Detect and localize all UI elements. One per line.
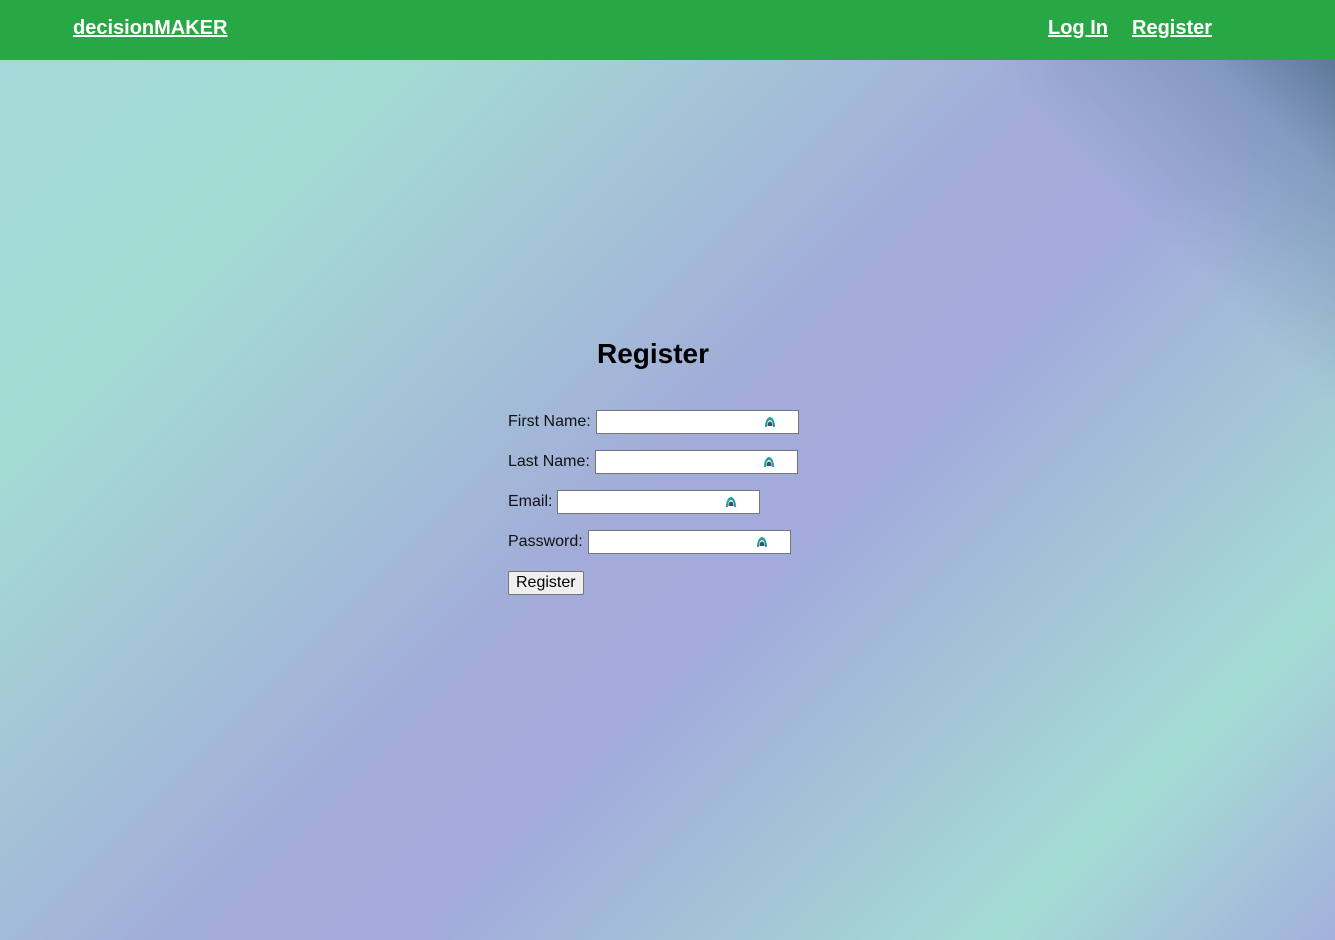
password-field-box (587, 530, 791, 554)
email-label: Email: (508, 493, 553, 510)
email-field-box (557, 490, 761, 514)
page-title: Register (596, 338, 710, 369)
brand-link[interactable]: decisionMAKER (73, 17, 227, 40)
password-manager-icon[interactable] (725, 496, 737, 508)
password-label: Password: (508, 533, 583, 550)
password-row: Password: (508, 530, 791, 554)
last-name-field-box (594, 450, 798, 474)
password-manager-icon[interactable] (756, 536, 768, 548)
password-manager-icon[interactable] (763, 456, 775, 468)
first-name-label: First Name: (508, 413, 591, 430)
last-name-label: Last Name: (508, 453, 590, 470)
login-link[interactable]: Log In (1048, 17, 1108, 40)
password-manager-icon[interactable] (764, 416, 776, 428)
register-submit-button[interactable]: Register (508, 571, 584, 595)
top-navbar: decisionMAKER Log In Register (0, 0, 1335, 60)
first-name-field-box (595, 410, 799, 434)
register-link[interactable]: Register (1132, 17, 1212, 40)
email-row: Email: (508, 490, 761, 514)
last-name-row: Last Name: (508, 450, 798, 474)
first-name-row: First Name: (508, 410, 799, 434)
